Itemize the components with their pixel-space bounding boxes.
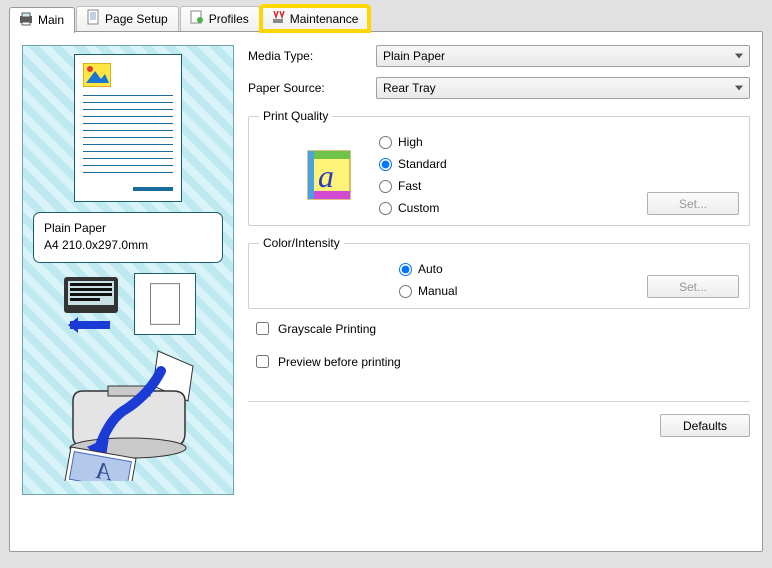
- tab-profiles[interactable]: Profiles: [180, 6, 260, 31]
- tab-maintenance-label: Maintenance: [290, 12, 359, 26]
- preview-label: Preview before printing: [278, 355, 401, 369]
- tab-profiles-label: Profiles: [209, 12, 249, 26]
- print-quality-group: Print Quality a: [248, 109, 750, 226]
- color-set-button[interactable]: Set...: [647, 275, 739, 298]
- preview-mode-toggle: [60, 273, 196, 335]
- tab-maintenance[interactable]: Maintenance: [261, 6, 370, 31]
- divider: [248, 401, 750, 402]
- media-type-select[interactable]: Plain Paper: [376, 45, 750, 67]
- paper-type-text: Plain Paper: [44, 220, 212, 237]
- print-quality-legend: Print Quality: [259, 109, 332, 123]
- maintenance-icon: [270, 9, 286, 28]
- quality-custom-label: Custom: [398, 201, 439, 215]
- color-intensity-legend: Color/Intensity: [259, 236, 344, 250]
- tab-main-label: Main: [38, 13, 64, 27]
- svg-text:a: a: [318, 158, 334, 194]
- settings-form: Media Type: Plain Paper Paper Source: Re…: [248, 45, 750, 495]
- media-type-label: Media Type:: [248, 49, 376, 63]
- tab-page-setup[interactable]: Page Setup: [76, 6, 179, 31]
- quality-high-option[interactable]: High: [379, 135, 627, 149]
- quality-custom-option[interactable]: Custom: [379, 201, 627, 215]
- color-auto-label: Auto: [418, 262, 443, 276]
- profiles-icon: [189, 9, 205, 28]
- color-manual-label: Manual: [418, 284, 457, 298]
- quality-high-label: High: [398, 135, 423, 149]
- main-panel: Plain Paper A4 210.0x297.0mm: [9, 31, 763, 552]
- printer-icon: [18, 11, 34, 30]
- page-box-icon[interactable]: [134, 273, 196, 335]
- quality-fast-label: Fast: [398, 179, 421, 193]
- defaults-button[interactable]: Defaults: [660, 414, 750, 437]
- paper-source-select[interactable]: Rear Tray: [376, 77, 750, 99]
- page-setup-icon: [85, 9, 101, 28]
- color-manual-option[interactable]: Manual: [399, 284, 627, 298]
- chevron-down-icon: [735, 86, 743, 91]
- page-thumbnail: [74, 54, 182, 202]
- tab-page-setup-label: Page Setup: [105, 12, 168, 26]
- preview-checkbox[interactable]: Preview before printing: [252, 352, 750, 371]
- display-thumbnail-icon[interactable]: [60, 273, 122, 335]
- quality-fast-option[interactable]: Fast: [379, 179, 627, 193]
- grayscale-label: Grayscale Printing: [278, 322, 376, 336]
- paper-size-text: A4 210.0x297.0mm: [44, 237, 212, 254]
- quality-standard-label: Standard: [398, 157, 447, 171]
- tab-main[interactable]: Main: [9, 7, 75, 33]
- paper-source-value: Rear Tray: [383, 81, 436, 95]
- quality-standard-option[interactable]: Standard: [379, 157, 627, 171]
- photo-icon: [83, 63, 111, 87]
- media-type-value: Plain Paper: [383, 49, 445, 63]
- quality-set-button[interactable]: Set...: [647, 192, 739, 215]
- document-preview: Plain Paper A4 210.0x297.0mm: [22, 45, 234, 495]
- grayscale-checkbox[interactable]: Grayscale Printing: [252, 319, 750, 338]
- quality-sample-icon: a: [299, 145, 359, 205]
- paper-source-label: Paper Source:: [248, 81, 376, 95]
- tab-bar: Main Page Setup Profiles Maintenance: [9, 6, 763, 32]
- paper-info-box: Plain Paper A4 210.0x297.0mm: [33, 212, 223, 263]
- color-auto-option[interactable]: Auto: [399, 262, 627, 276]
- chevron-down-icon: [735, 54, 743, 59]
- color-intensity-group: Color/Intensity Auto Manual Set: [248, 236, 750, 309]
- printer-illustration: A: [53, 341, 203, 481]
